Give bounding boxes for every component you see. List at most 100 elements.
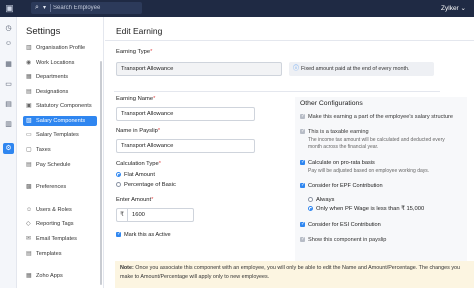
sidebar-item-label: Templates — [36, 251, 62, 257]
sidebar-item-label: Salary Components — [36, 118, 86, 124]
money-icon[interactable]: ▭ — [3, 79, 14, 90]
taxable-description: The income tax amount will be calculated… — [308, 137, 445, 150]
checkbox-label: Make this earning a part of the employee… — [308, 114, 454, 120]
sidebar-item-work-locations[interactable]: ◉ Work Locations — [23, 58, 97, 68]
sidebar-item-label: Statutory Components — [36, 103, 92, 109]
earning-type-label: Earning Type* — [116, 49, 153, 55]
org-name: Zylker — [441, 5, 459, 12]
file-icon[interactable]: ▤ — [3, 99, 14, 110]
sidebar-item-users-roles[interactable]: ☺ Users & Roles — [23, 205, 97, 215]
calc-percentage-radio[interactable]: Percentage of Basic — [116, 182, 176, 188]
department-icon: ▦ — [26, 74, 32, 80]
sidebar-item-label: Email Templates — [36, 236, 77, 242]
sidebar-item-email-templates[interactable]: ✉ Email Templates — [23, 234, 97, 244]
checkbox-box — [300, 236, 305, 242]
earning-type-note: ⓘ Fixed amount paid at the end of every … — [289, 62, 434, 76]
radio-dot — [308, 197, 313, 202]
radio-dot — [308, 206, 313, 211]
settings-sidebar: Settings ▥ Organisation Profile ◉ Work Loc… — [18, 17, 104, 288]
sidebar-item-taxes[interactable]: ▢ Taxes — [23, 145, 97, 155]
checkbox-box — [300, 182, 305, 188]
sidebar-item-departments[interactable]: ▦ Departments — [23, 72, 97, 82]
sidebar-item-label: Reporting Tags — [36, 221, 74, 227]
preferences-icon: ▩ — [26, 184, 32, 190]
page-title: Edit Earning — [116, 26, 163, 36]
top-bar: ▣ ⌕ ▾ Zylker ⌄ — [0, 0, 474, 17]
section-divider — [114, 91, 440, 92]
epf-checkbox[interactable]: Consider for EPF Contribution — [300, 182, 383, 189]
grid-icon[interactable]: ▦ — [3, 59, 14, 70]
sidebar-item-label: Salary Templates — [36, 132, 79, 138]
location-icon: ◉ — [26, 60, 32, 66]
building-icon: ▥ — [26, 45, 32, 51]
checkbox-label: Show this component in payslip — [308, 237, 387, 243]
sidebar-item-label: Organisation Profile — [36, 45, 86, 51]
search-input[interactable] — [53, 3, 138, 13]
calc-flat-amount-radio[interactable]: Flat Amount — [116, 172, 155, 178]
sidebar-item-pay-schedule[interactable]: ▤ Pay Schedule — [23, 160, 97, 170]
sidebar-item-label: Pay Schedule — [36, 162, 71, 168]
chevron-down-icon: ⌄ — [460, 5, 466, 12]
amount-input[interactable]: ₹ 1600 — [116, 208, 194, 222]
epf-pf-wage-radio[interactable]: Only when PF Wage is less than ₹ 15,000 — [308, 206, 424, 212]
radio-label: Always — [316, 197, 335, 203]
clock-icon[interactable]: ◷ — [3, 23, 14, 34]
earning-name-label: Earning Name* — [116, 96, 156, 102]
mark-active-checkbox[interactable]: Mark this as Active — [116, 231, 171, 238]
info-icon: ⓘ — [293, 66, 300, 72]
apps-icon: ▦ — [26, 273, 32, 279]
org-switcher[interactable]: Zylker ⌄ — [441, 4, 466, 12]
radio-label: Flat Amount — [124, 172, 155, 178]
salary-components-icon: ▧ — [26, 118, 32, 124]
calendar-icon: ▤ — [26, 162, 32, 168]
sidebar-item-salary-templates[interactable]: ▭ Salary Templates — [23, 130, 97, 140]
sidebar-item-zoho-apps[interactable]: ▦ Zoho Apps — [23, 271, 97, 281]
payslip-name-label: Name in Payslip* — [116, 128, 161, 134]
search-bar[interactable]: ⌕ ▾ — [31, 2, 142, 14]
taxable-checkbox: This is a taxable earning — [300, 128, 369, 135]
earning-name-input[interactable]: Transport Allowance — [116, 107, 255, 121]
salary-structure-checkbox: Make this earning a part of the employee… — [300, 113, 454, 120]
sidebar-item-label: Designations — [36, 89, 69, 95]
user-icon[interactable]: ☺ — [3, 38, 14, 49]
header-divider — [105, 40, 474, 41]
checkbox-box — [300, 128, 305, 134]
users-icon: ☺ — [26, 207, 33, 213]
sidebar-item-salary-components[interactable]: ▧ Salary Components — [23, 116, 97, 126]
sidebar-scrollbar[interactable] — [100, 61, 102, 285]
esi-checkbox[interactable]: Consider for ESI Contribution — [300, 221, 381, 228]
epf-always-radio[interactable]: Always — [308, 197, 334, 203]
sidebar-item-organisation-profile[interactable]: ▥ Organisation Profile — [23, 43, 97, 53]
radio-dot — [116, 182, 121, 187]
checkbox-label: This is a taxable earning — [308, 129, 369, 135]
sidebar-item-designations[interactable]: ▤ Designations — [23, 87, 97, 97]
sidebar-item-statutory-components[interactable]: ▣ Statutory Components — [23, 101, 97, 111]
sidebar-item-reporting-tags[interactable]: ◇ Reporting Tags — [23, 219, 97, 229]
settings-icon[interactable]: ⚙ — [3, 143, 14, 154]
footer-note: Note: Once you associate this component … — [115, 261, 474, 288]
template-icon: ▭ — [26, 132, 32, 138]
amount-label: Enter Amount* — [116, 197, 154, 203]
mail-icon: ✉ — [26, 236, 32, 242]
show-in-payslip-checkbox: Show this component in payslip — [300, 236, 387, 243]
checkbox-box — [116, 231, 121, 237]
sidebar-item-label: Zoho Apps — [36, 273, 63, 279]
checkbox-label: Consider for EPF Contribution — [308, 183, 383, 189]
currency-symbol: ₹ — [117, 209, 128, 221]
chevron-down-icon[interactable]: ▾ — [43, 4, 46, 11]
checkbox-box — [300, 221, 305, 227]
payslip-name-input[interactable]: Transport Allowance — [116, 139, 255, 153]
report-icon[interactable]: ▥ — [3, 119, 14, 130]
sidebar-item-label: Users & Roles — [36, 207, 72, 213]
designation-icon: ▤ — [26, 89, 32, 95]
sidebar-item-preferences[interactable]: ▩ Preferences — [23, 182, 97, 192]
amount-value: 1600 — [132, 212, 145, 218]
note-prefix: Note: — [120, 265, 134, 271]
pro-rata-checkbox[interactable]: Calculate on pro-rata basis — [300, 159, 375, 166]
sidebar-item-label: Work Locations — [36, 60, 75, 66]
sidebar-item-templates[interactable]: ▤ Templates — [23, 249, 97, 259]
statutory-icon: ▣ — [26, 103, 32, 109]
grid-app-icon[interactable]: ▣ — [4, 3, 15, 14]
radio-label: Percentage of Basic — [124, 182, 176, 188]
radio-dot — [116, 172, 121, 177]
